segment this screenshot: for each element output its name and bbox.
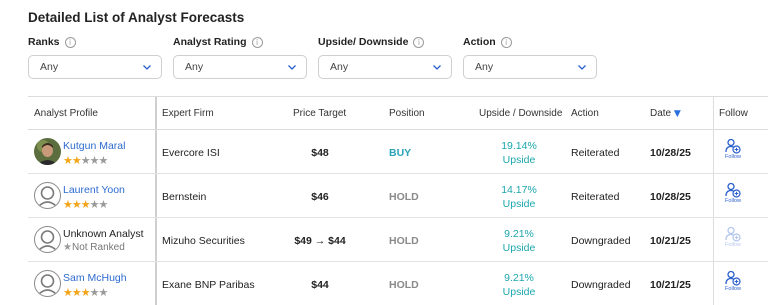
upside-downside: 9.21% Upside: [502, 272, 536, 298]
expert-firm: Mizuho Securities: [162, 235, 245, 247]
filter-label-ranks: Ranks i: [28, 36, 76, 48]
upside-downside: 14.17% Upside: [501, 184, 537, 210]
follow-button[interactable]: Follow: [722, 138, 744, 168]
filter-label-upside-downside: Upside/ Downside i: [318, 36, 425, 48]
analyst-name-link[interactable]: Sam McHugh: [63, 272, 127, 284]
info-icon[interactable]: i: [413, 36, 425, 48]
analyst-name-link[interactable]: Laurent Yoon: [63, 184, 125, 196]
analyst-forecasts-table: Analyst Profile Expert Firm Price Target…: [28, 96, 768, 305]
table-header: Analyst Profile Expert Firm Price Target…: [28, 97, 768, 130]
page-title: Detailed List of Analyst Forecasts: [28, 10, 245, 25]
rating-date: 10/28/25: [650, 191, 691, 203]
col-header-price-target[interactable]: Price Target: [293, 108, 346, 119]
avatar[interactable]: [34, 138, 61, 165]
table-row: Sam McHugh ★★★★★ Exane BNP Paribas $44 H…: [28, 262, 768, 305]
position-badge: HOLD: [389, 191, 419, 203]
follow-user-icon: [725, 270, 741, 286]
col-header-date[interactable]: Date ▼: [650, 108, 681, 119]
rating-date: 10/28/25: [650, 147, 691, 159]
price-target: $46: [311, 191, 329, 203]
not-ranked-label: ★Not Ranked: [63, 242, 125, 253]
avatar: [34, 226, 61, 253]
position-badge: HOLD: [389, 279, 419, 291]
analyst-rating-stars: ★★★★★: [63, 286, 108, 299]
follow-button[interactable]: Follow: [722, 270, 744, 300]
rating-date: 10/21/25: [650, 279, 691, 291]
chevron-down-icon: [578, 65, 586, 70]
expert-firm: Exane BNP Paribas: [162, 279, 255, 291]
rating-date: 10/21/25: [650, 235, 691, 247]
price-target: $49 → $44: [294, 235, 346, 247]
analyst-name: Unknown Analyst: [63, 228, 144, 240]
ranks-dropdown[interactable]: Any: [28, 55, 162, 79]
avatar[interactable]: [34, 182, 61, 209]
follow-user-icon: [725, 138, 741, 154]
price-target: $48: [311, 147, 329, 159]
avatar[interactable]: [34, 270, 61, 297]
chevron-down-icon: [143, 65, 151, 70]
rating-action: Downgraded: [571, 235, 631, 247]
info-icon[interactable]: i: [64, 36, 76, 48]
rating-action: Reiterated: [571, 191, 620, 203]
filter-label-action: Action i: [463, 36, 512, 48]
price-target: $44: [311, 279, 329, 291]
table-row: Laurent Yoon ★★★★★ Bernstein $46 HOLD 14…: [28, 174, 768, 218]
chevron-down-icon: [288, 65, 296, 70]
analyst-rating-dropdown[interactable]: Any: [173, 55, 307, 79]
follow-user-icon: [725, 182, 741, 198]
rating-action: Downgraded: [571, 279, 631, 291]
follow-button[interactable]: Follow: [722, 182, 744, 212]
expert-firm: Bernstein: [162, 191, 207, 203]
upside-downside: 19.14% Upside: [501, 140, 537, 166]
col-header-action[interactable]: Action: [571, 108, 599, 119]
expert-firm: Evercore ISI: [162, 147, 220, 159]
follow-user-icon: [725, 226, 741, 242]
analyst-rating-stars: ★★★★★: [63, 154, 108, 167]
col-header-position[interactable]: Position: [389, 108, 425, 119]
table-row: Unknown Analyst ★Not Ranked Mizuho Secur…: [28, 218, 768, 262]
upside-downside: 9.21% Upside: [502, 228, 536, 254]
action-dropdown[interactable]: Any: [463, 55, 597, 79]
upside-downside-dropdown[interactable]: Any: [318, 55, 452, 79]
filter-label-analyst-rating: Analyst Rating i: [173, 36, 263, 48]
position-badge: HOLD: [389, 235, 419, 247]
position-badge: BUY: [389, 147, 412, 159]
sort-desc-icon: ▼: [673, 109, 681, 119]
info-icon[interactable]: i: [251, 36, 263, 48]
table-row: Kutgun Maral ★★★★★ Evercore ISI $48 BUY …: [28, 130, 768, 174]
rating-action: Reiterated: [571, 147, 620, 159]
col-header-upside[interactable]: Upside / Downside: [479, 108, 562, 119]
star-icon: ★: [63, 242, 72, 253]
analyst-name-link[interactable]: Kutgun Maral: [63, 140, 125, 152]
col-header-follow: Follow: [719, 108, 748, 119]
chevron-down-icon: [433, 65, 441, 70]
col-header-analyst[interactable]: Analyst Profile: [34, 108, 98, 119]
col-header-firm[interactable]: Expert Firm: [162, 108, 214, 119]
info-icon[interactable]: i: [500, 36, 512, 48]
follow-button-disabled: Follow: [722, 226, 744, 256]
analyst-rating-stars: ★★★★★: [63, 198, 108, 211]
